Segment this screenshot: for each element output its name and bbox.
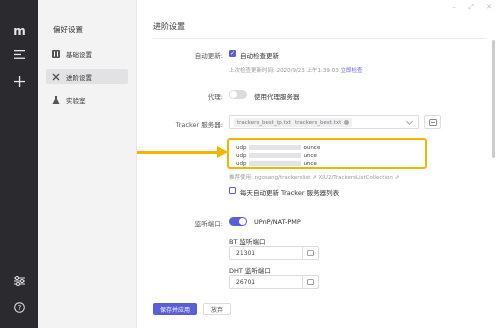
last-check-time: 上次检查更新时间: 2020/9/23 上午1:39:03 立即检查 (229, 66, 363, 74)
check-now-link[interactable]: 立即检查 (341, 68, 363, 74)
preferences-icon[interactable] (10, 272, 28, 290)
daily-update-label: 每天自动更新 Tracker 服务器列表 (240, 189, 340, 197)
hamburger-menu-icon[interactable] (10, 45, 28, 63)
app-logo: m (13, 24, 26, 38)
scrollbar[interactable] (492, 40, 495, 158)
dice-icon (307, 250, 314, 256)
listen-port-label: 监听端口: (194, 220, 223, 228)
save-apply-button[interactable]: 保存并应用 (153, 303, 197, 315)
nav-item-lab[interactable]: 实验室 (46, 92, 128, 107)
minimize-button[interactable]: – (453, 3, 457, 11)
upnp-label: UPnP/NAT-PMP (254, 218, 301, 226)
tracker-list-textarea[interactable]: udp ounce udp unce udp unce (233, 142, 419, 167)
auto-check-update-label: 自动检查更新 (240, 52, 279, 60)
settings-panel: – ⤢ ✕ 进阶设置 自动更新: ✓ 自动检查更新 上次检查更新时间: 2020… (137, 0, 500, 328)
recommend-link-xiu2[interactable]: XIU2/TrackersListCollection (319, 175, 393, 181)
chevron-down-icon (405, 117, 414, 126)
tracker-recommend: 推荐使用: ngosang/trackerslist ⇗ XIU2/Tracke… (229, 175, 400, 181)
tracker-tag[interactable]: trackers_best.txt (292, 118, 353, 127)
tag-remove-icon[interactable] (344, 120, 350, 125)
nav-item-label: 进阶设置 (66, 73, 92, 82)
bt-port-value: 21301 (236, 250, 256, 257)
nav-item-label: 实验室 (66, 96, 86, 105)
last-check-text: 上次检查更新时间: 2020/9/23 上午1:39:03 (229, 68, 339, 74)
tracker-line: udp unce (236, 161, 317, 167)
random-port-button[interactable] (302, 276, 318, 288)
preferences-title: 偏好设置 (53, 25, 83, 34)
svg-text:?: ? (17, 304, 21, 312)
nav-item-label: 基础设置 (66, 50, 92, 59)
divider (153, 38, 486, 39)
tracker-source-select[interactable]: trackers_best_ip.txt trackers_best.txt (229, 115, 419, 129)
sync-tracker-button[interactable] (424, 115, 441, 129)
dice-icon (307, 279, 314, 285)
discard-button[interactable]: 放弃 (203, 303, 231, 315)
annotation-arrow-head (217, 146, 228, 158)
app-rail: m ? (0, 0, 38, 328)
page-title: 进阶设置 (153, 22, 185, 31)
auto-check-update-checkbox[interactable]: ✓ (229, 50, 236, 57)
proxy-label: 代理: (207, 93, 223, 101)
proxy-toggle-label: 使用代理服务器 (254, 93, 300, 101)
dht-port-value: 26701 (236, 279, 256, 286)
recommend-link-ngosang[interactable]: ngosang/trackerslist (255, 175, 311, 181)
bt-port-label: BT 监听端口 (229, 238, 266, 246)
tracker-tag-label: trackers_best.txt (295, 119, 342, 126)
help-icon[interactable]: ? (10, 298, 28, 316)
nav-item-basic-settings[interactable]: 基础设置 (46, 46, 128, 61)
bt-port-input[interactable]: 21301 (229, 246, 319, 260)
dht-port-label: DHT 监听端口 (229, 267, 271, 275)
sliders-icon (52, 49, 60, 58)
nav-item-advanced-settings[interactable]: 进阶设置 (46, 69, 128, 84)
add-task-icon[interactable] (10, 72, 28, 90)
maximize-button[interactable]: ⤢ (468, 3, 474, 12)
proxy-toggle[interactable] (229, 90, 247, 99)
sync-icon (428, 118, 437, 126)
flask-icon (52, 95, 60, 104)
tracker-line: udp unce (236, 153, 317, 159)
tracker-tag-label: trackers_best_ip.txt (237, 119, 292, 126)
annotation-arrow (137, 151, 219, 154)
tools-icon (52, 73, 60, 81)
daily-update-checkbox[interactable] (229, 187, 236, 194)
auto-update-label: 自动更新: (194, 52, 223, 60)
preferences-nav: 偏好设置 基础设置 进阶设置 实验室 (38, 0, 137, 328)
tracker-label: Tracker 服务器: (175, 121, 223, 129)
tracker-line: udp ounce (236, 145, 321, 151)
random-port-button[interactable] (302, 247, 318, 259)
dht-port-input[interactable]: 26701 (229, 275, 319, 289)
close-button[interactable]: ✕ (486, 3, 492, 11)
upnp-toggle[interactable] (229, 217, 247, 226)
